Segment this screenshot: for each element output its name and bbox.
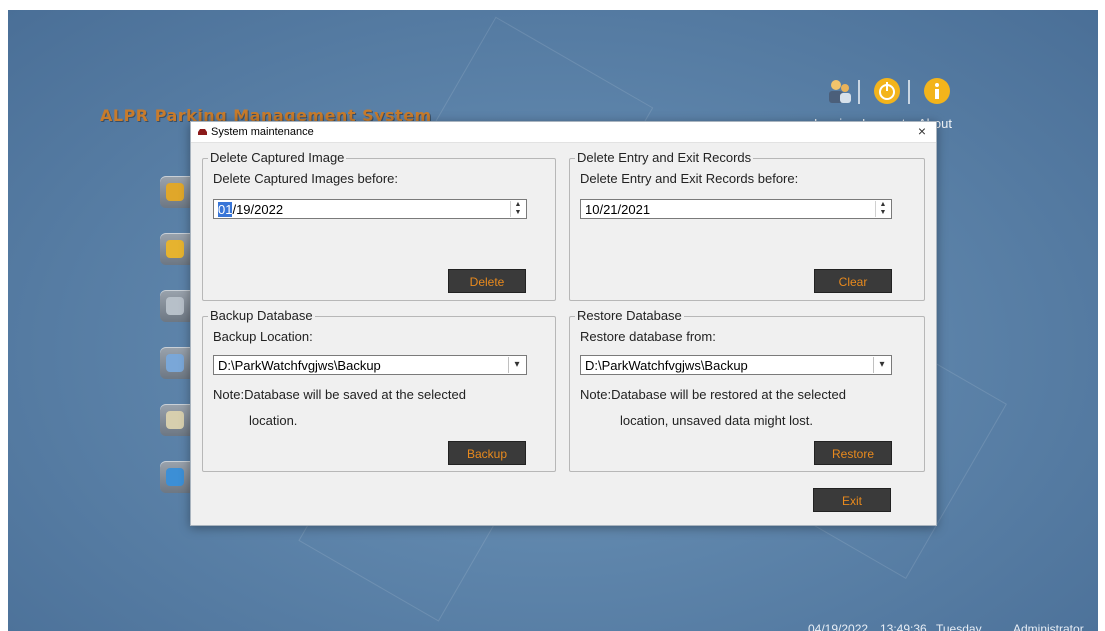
info-icon[interactable] xyxy=(922,76,952,106)
group-title: Delete Captured Image xyxy=(208,150,347,165)
document-icon xyxy=(166,411,184,429)
restore-location-dropdown[interactable]: D:\ParkWatchfvgjws\Backup ▾ xyxy=(580,355,892,375)
backup-location-label: Backup Location: xyxy=(213,329,313,344)
camera-icon xyxy=(166,297,184,315)
status-weekday: Tuesday xyxy=(936,622,982,631)
backup-note-cont: location. xyxy=(249,413,298,428)
restore-button[interactable]: Restore xyxy=(814,441,892,465)
monitor-icon xyxy=(166,354,184,372)
menu-separator xyxy=(908,80,910,104)
date-rest: /19/2022 xyxy=(232,202,284,217)
path-value: D:\ParkWatchfvgjws\Backup xyxy=(585,358,748,373)
restore-database-group: Restore Database Restore database from: … xyxy=(569,308,925,472)
car-icon xyxy=(198,129,207,135)
backup-note: Note:Database will be saved at the selec… xyxy=(213,387,466,402)
date-value: 10/21/2021 xyxy=(585,202,651,217)
group-title: Restore Database xyxy=(575,308,684,323)
status-date: 04/19/2022 xyxy=(808,622,869,631)
dialog-titlebar[interactable]: System maintenance × xyxy=(191,122,936,143)
delete-records-date-picker[interactable]: 10/21/2021 ▲ ▼ xyxy=(580,199,892,219)
clear-button[interactable]: Clear xyxy=(814,269,892,293)
chevron-down-icon[interactable]: ▾ xyxy=(508,357,525,373)
power-icon[interactable] xyxy=(872,76,902,106)
date-spinner[interactable]: ▲ ▼ xyxy=(875,201,890,217)
status-time: 13:49:36 xyxy=(880,622,927,631)
delete-records-label: Delete Entry and Exit Records before: xyxy=(580,171,799,186)
delete-image-group: Delete Captured Image Delete Captured Im… xyxy=(202,150,556,301)
chart-icon xyxy=(166,468,184,486)
date-value: 01/19/2022 xyxy=(218,202,283,217)
group-title: Delete Entry and Exit Records xyxy=(575,150,754,165)
restore-note: Note:Database will be restored at the se… xyxy=(580,387,846,402)
lock-icon xyxy=(166,240,184,258)
backup-database-group: Backup Database Backup Location: D:\Park… xyxy=(202,308,556,472)
close-icon[interactable]: × xyxy=(918,123,926,139)
restore-from-label: Restore database from: xyxy=(580,329,716,344)
settings-icon xyxy=(166,183,184,201)
delete-button[interactable]: Delete xyxy=(448,269,526,293)
menu-separator xyxy=(858,80,860,104)
status-user: Administrator xyxy=(1013,622,1084,631)
chevron-down-icon[interactable]: ▾ xyxy=(873,357,890,373)
backup-location-dropdown[interactable]: D:\ParkWatchfvgjws\Backup ▾ xyxy=(213,355,527,375)
dialog-title: System maintenance xyxy=(211,126,314,138)
delete-records-group: Delete Entry and Exit Records Delete Ent… xyxy=(569,150,925,301)
system-maintenance-dialog: System maintenance × Delete Captured Ima… xyxy=(190,121,937,526)
restore-note-cont: location, unsaved data might lost. xyxy=(620,413,813,428)
user-group-icon[interactable] xyxy=(824,76,854,106)
exit-button[interactable]: Exit xyxy=(813,488,891,512)
date-selected-segment: 01 xyxy=(218,202,233,217)
delete-image-date-picker[interactable]: 01/19/2022 ▲ ▼ xyxy=(213,199,527,219)
path-value: D:\ParkWatchfvgjws\Backup xyxy=(218,358,381,373)
backup-button[interactable]: Backup xyxy=(448,441,526,465)
date-spinner[interactable]: ▲ ▼ xyxy=(510,201,525,217)
group-title: Backup Database xyxy=(208,308,315,323)
delete-image-label: Delete Captured Images before: xyxy=(213,171,398,186)
